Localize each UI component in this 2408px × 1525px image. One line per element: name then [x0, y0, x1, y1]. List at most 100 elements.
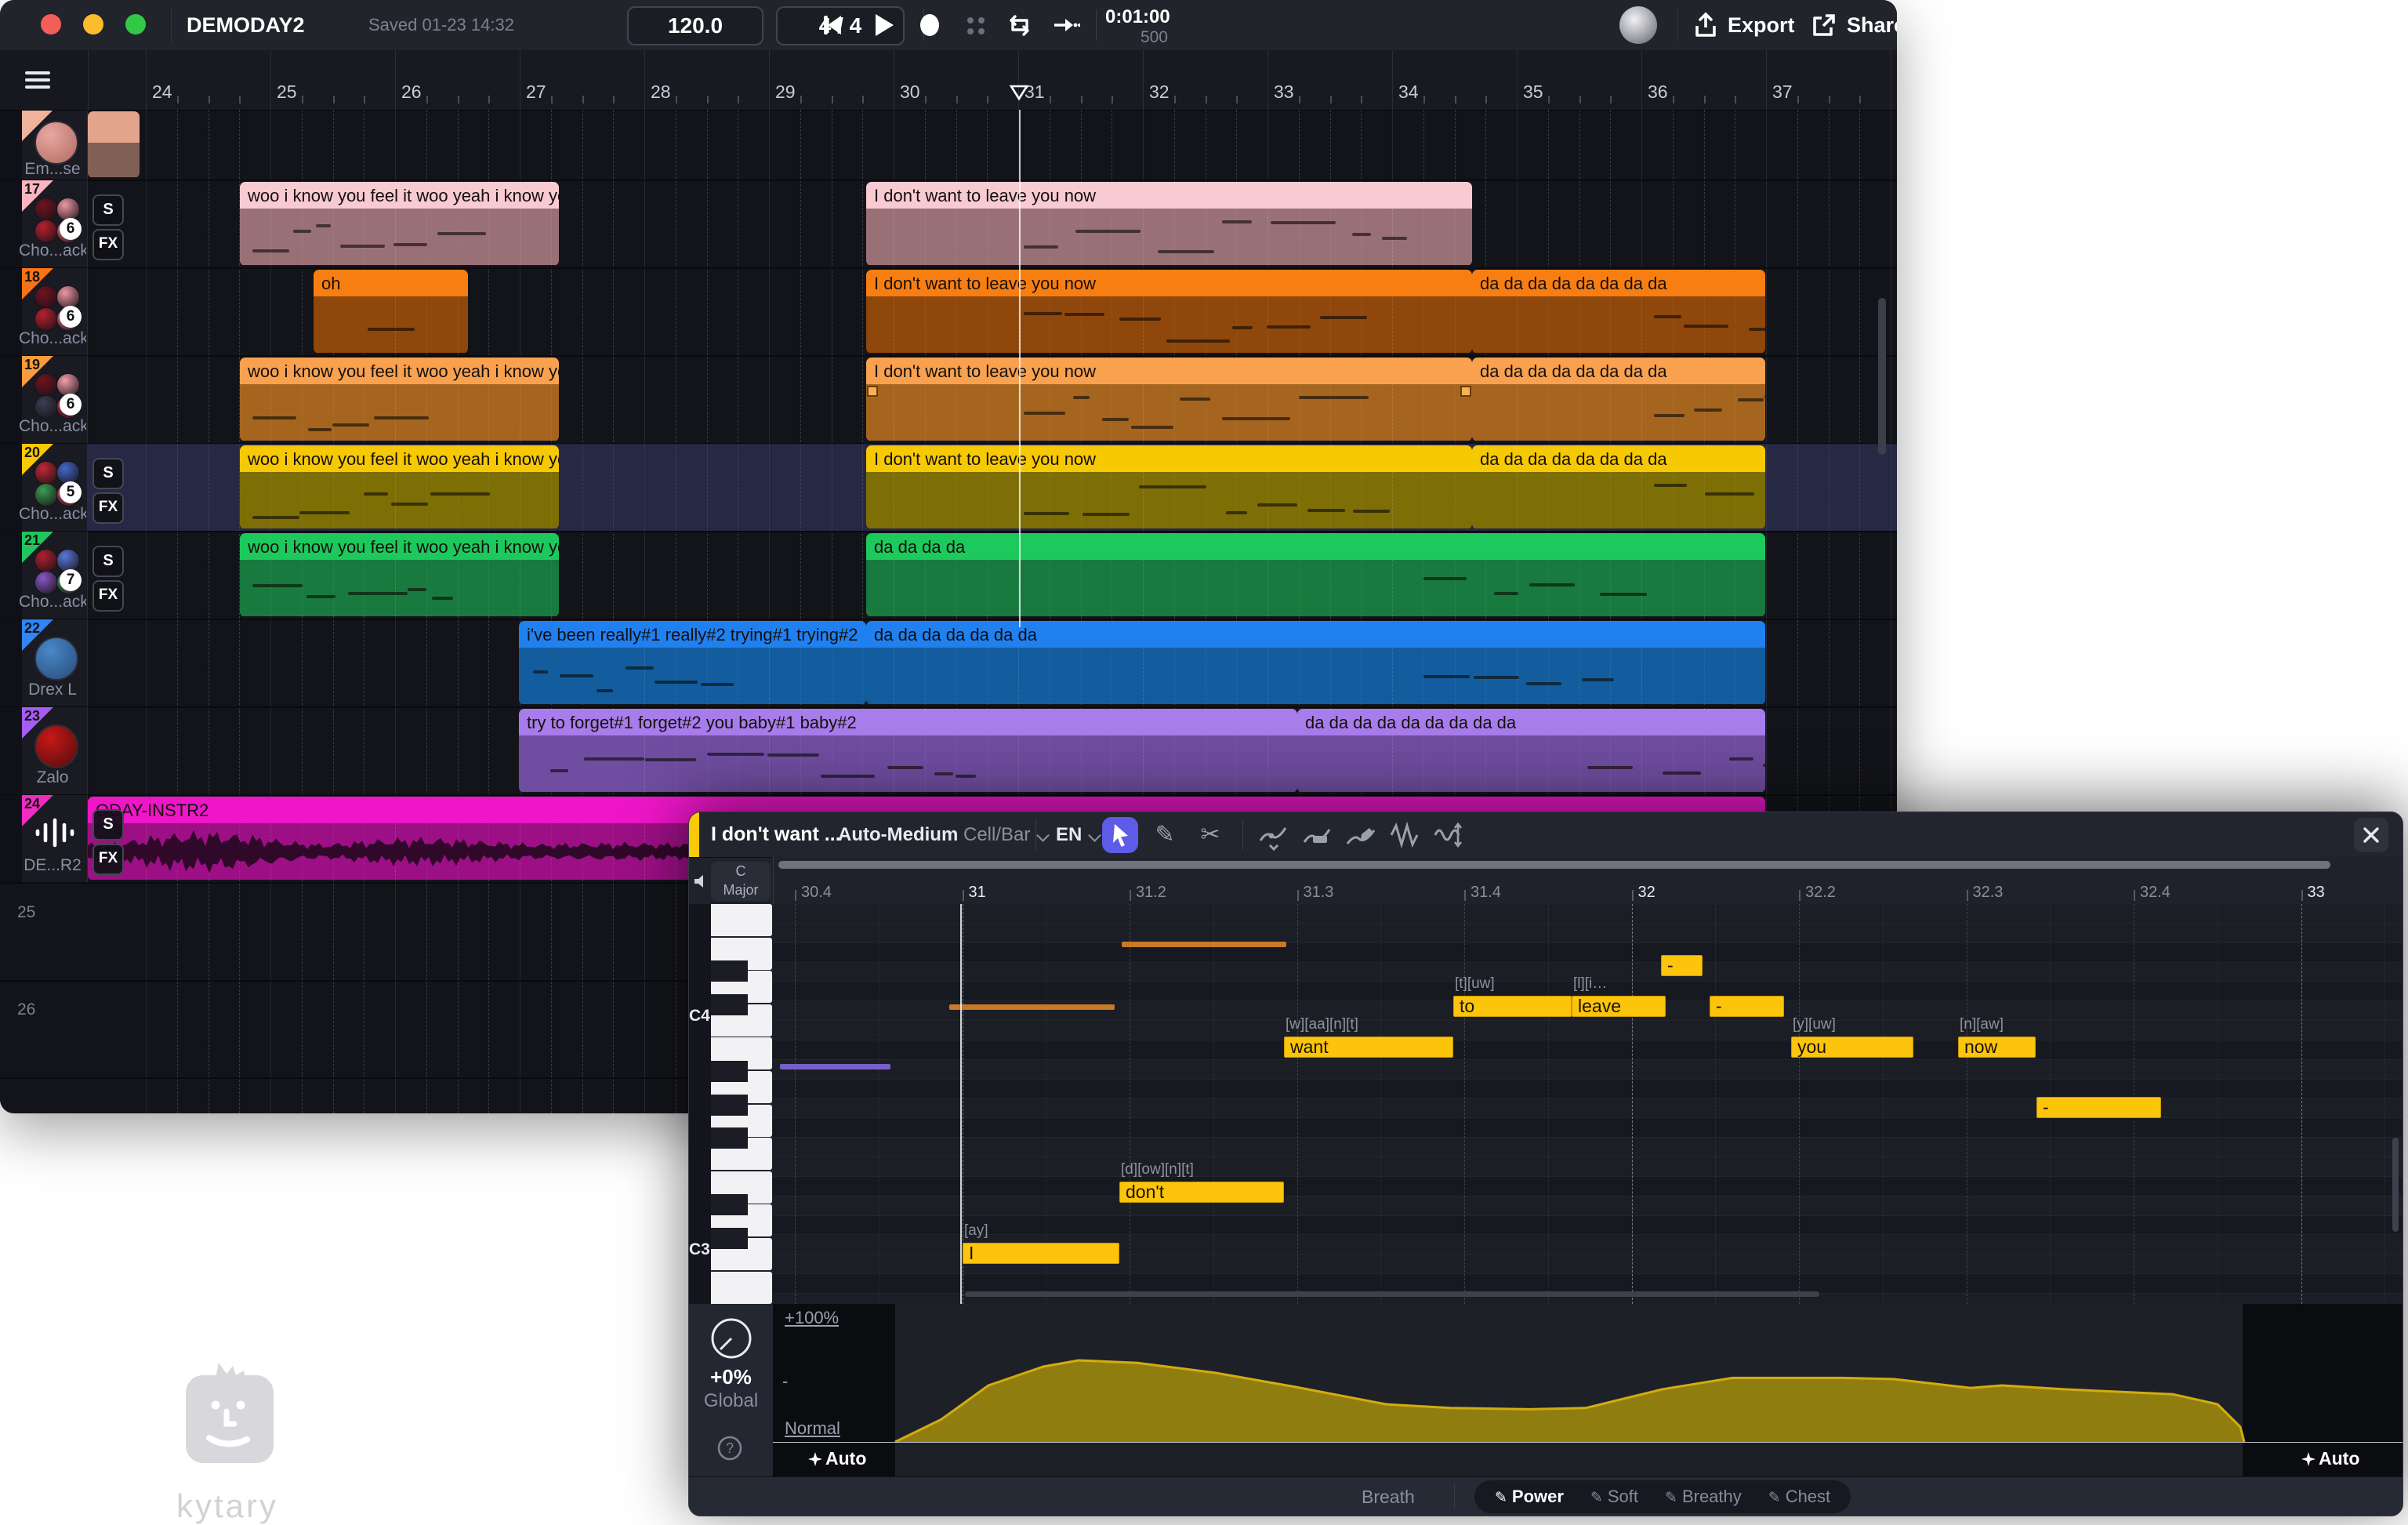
piano-black-key[interactable] [711, 1061, 748, 1082]
note[interactable]: - [2036, 1097, 2161, 1118]
share-button[interactable]: Share [1847, 0, 1897, 50]
style-option-soft[interactable]: ✎Soft [1590, 1487, 1638, 1507]
vibrato-tool-button[interactable] [1388, 819, 1421, 851]
user-avatar[interactable] [1619, 6, 1657, 44]
clip[interactable]: da da da da da da da da [1472, 358, 1765, 441]
editor-v-scrollbar[interactable] [2392, 1138, 2399, 1232]
note-grid[interactable]: [ay]I[d][ow][n][t]don't[w][aa][n][t]want… [773, 904, 2403, 1304]
clip[interactable] [88, 111, 140, 178]
share-icon[interactable] [1809, 12, 1837, 40]
vertical-scrollbar[interactable] [1878, 298, 1886, 455]
piano-white-key[interactable] [711, 904, 772, 936]
fx-button[interactable]: FX [92, 229, 124, 260]
clip[interactable]: da da da da da da da da da [1297, 709, 1765, 793]
clip[interactable]: oh [314, 270, 468, 354]
skip-to-start-icon[interactable] [818, 11, 847, 39]
note[interactable]: now [1958, 1037, 2036, 1058]
key-scale-box[interactable]: CMajor [711, 862, 771, 901]
clip[interactable]: I don't want to leave you now [866, 270, 1472, 354]
clip[interactable]: woo i know you feel it woo yeah i know y… [240, 533, 559, 617]
clip[interactable]: da da da da da da da da [1472, 445, 1765, 529]
track-header[interactable]: 176Cho...ack [0, 180, 88, 268]
pitch-pen-tool-button[interactable] [1344, 819, 1377, 851]
track-header[interactable]: Em...se [0, 110, 88, 180]
pitch-draw-tool-button[interactable] [1257, 819, 1289, 851]
clip[interactable]: try to forget#1 forget#2 you baby#1 baby… [519, 709, 1297, 793]
record-button[interactable] [916, 11, 944, 39]
piano-black-key[interactable] [711, 1228, 748, 1249]
solo-button[interactable]: S [92, 809, 124, 841]
fx-button[interactable]: FX [92, 580, 124, 612]
zoom-window-button[interactable] [125, 14, 146, 34]
style-option-chest[interactable]: ✎Chest [1768, 1487, 1830, 1507]
piano-black-key[interactable] [711, 1095, 748, 1116]
close-editor-button[interactable] [2354, 818, 2388, 852]
track-avatar[interactable] [34, 637, 78, 681]
global-knob[interactable] [709, 1316, 753, 1360]
scissors-tool-button[interactable]: ✂ [1194, 819, 1227, 851]
track-avatar[interactable] [34, 121, 78, 165]
clip[interactable]: da da da da da da da [866, 621, 1765, 705]
note[interactable]: to [1453, 996, 1572, 1017]
auto-button[interactable]: Auto [808, 1448, 866, 1469]
solo-button[interactable]: S [92, 458, 124, 489]
clip[interactable]: woo i know you feel it woo yeah i know y… [240, 182, 559, 266]
clip[interactable]: woo i know you feel it woo yeah i know y… [240, 445, 559, 529]
editor-h-scrollbar[interactable] [965, 1291, 1819, 1297]
export-icon[interactable] [1692, 12, 1720, 40]
note[interactable]: - [1661, 955, 1703, 976]
track-header[interactable]: 205Cho...ack [0, 444, 88, 532]
mode-selector[interactable]: Auto-Medium Cell/Bar [838, 812, 1050, 857]
clip-handle-left[interactable] [867, 386, 878, 397]
playhead-marker[interactable] [1009, 85, 1029, 100]
note[interactable]: I [963, 1243, 1119, 1264]
pitch-erase-tool-button[interactable] [1300, 819, 1333, 851]
solo-button[interactable]: S [92, 546, 124, 577]
menu-icon[interactable] [22, 64, 53, 96]
piano-white-key[interactable] [711, 1272, 772, 1304]
loop-icon[interactable] [1005, 11, 1033, 39]
vibrato-adjust-tool-button[interactable] [1432, 819, 1465, 851]
automation-curve[interactable] [773, 1304, 2403, 1476]
preview-speaker-icon[interactable] [692, 873, 709, 890]
clip[interactable]: i've been really#1 really#2 trying#1 try… [519, 621, 866, 705]
clip[interactable]: woo i know you feel it woo yeah i know y… [240, 358, 559, 441]
help-icon[interactable]: ? [716, 1434, 744, 1462]
metronome-dots-icon[interactable] [961, 11, 989, 39]
follow-playhead-icon[interactable] [1052, 11, 1080, 39]
track-header[interactable]: 217Cho...ack [0, 532, 88, 619]
fx-button[interactable]: FX [92, 492, 124, 524]
note[interactable]: - [1710, 996, 1784, 1017]
clip[interactable]: I don't want to leave you now [866, 182, 1472, 266]
piano-black-key[interactable] [711, 1127, 748, 1149]
piano-black-key[interactable] [711, 994, 748, 1015]
track-header[interactable]: 196Cho...ack [0, 356, 88, 444]
note[interactable]: don't [1119, 1182, 1284, 1203]
track-header[interactable]: 24DE...R2 [0, 795, 88, 883]
editor-overview-scrollbar[interactable] [778, 861, 2330, 869]
fx-button[interactable]: FX [92, 844, 124, 875]
clip[interactable]: I don't want to leave you now [866, 445, 1472, 529]
language-selector[interactable]: EN [1056, 812, 1101, 857]
play-button[interactable] [869, 11, 897, 39]
clip[interactable]: da da da da da da da da [1472, 270, 1765, 354]
style-option-breathy[interactable]: ✎Breathy [1665, 1487, 1742, 1507]
clip[interactable]: da da da da [866, 533, 1765, 617]
tempo-field[interactable]: 120.0 [627, 6, 763, 45]
track-header[interactable]: 22Drex L [0, 619, 88, 707]
export-button[interactable]: Export [1728, 0, 1795, 50]
note[interactable]: you [1791, 1037, 1913, 1058]
clip[interactable]: I don't want to leave you now [866, 358, 1472, 441]
track-header[interactable]: 186Cho...ack [0, 268, 88, 356]
pencil-tool-button[interactable]: ✎ [1148, 819, 1181, 851]
note[interactable]: want [1284, 1037, 1453, 1058]
style-option-power[interactable]: ✎Power [1495, 1487, 1564, 1507]
auto-button[interactable]: Auto [2301, 1448, 2359, 1469]
clip-handle-right[interactable] [1460, 386, 1471, 397]
close-window-button[interactable] [41, 14, 61, 34]
piano-black-key[interactable] [711, 960, 748, 982]
note[interactable]: leave [1572, 996, 1666, 1017]
pointer-tool-button[interactable] [1102, 817, 1138, 853]
minimize-window-button[interactable] [83, 14, 103, 34]
piano-black-key[interactable] [711, 1194, 748, 1215]
